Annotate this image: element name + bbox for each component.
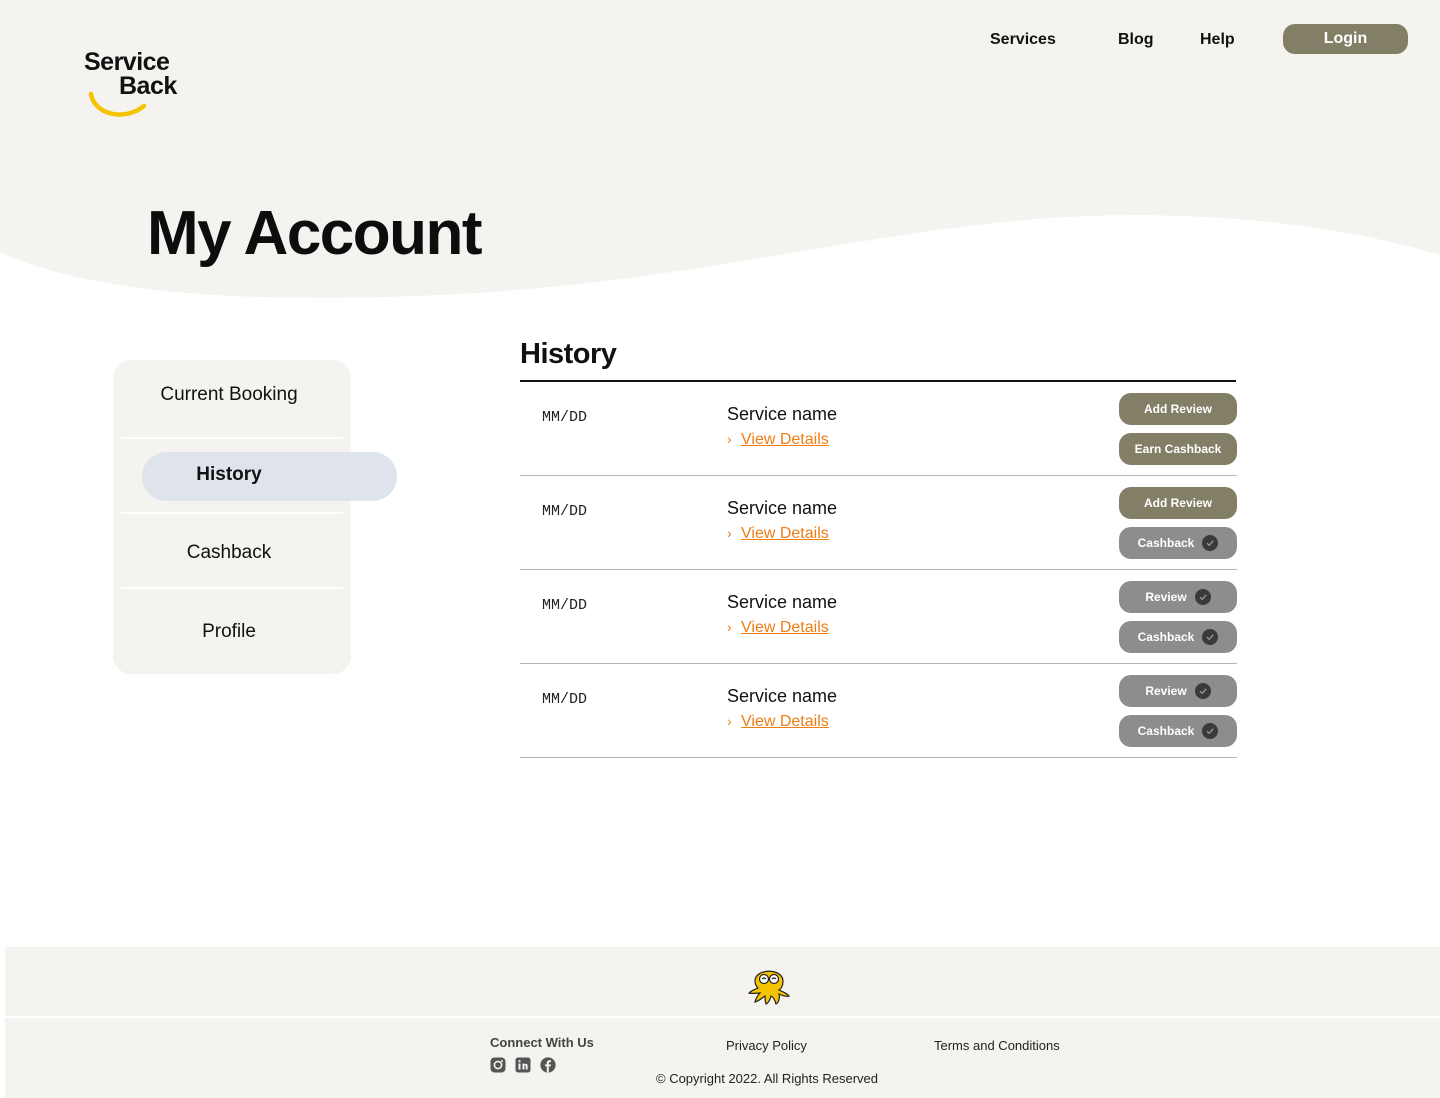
cashback-done-button[interactable]: Cashback <box>1119 621 1237 653</box>
social-links <box>490 1057 556 1073</box>
footer: Connect With Us Privacy Policy Terms and… <box>5 947 1440 1098</box>
nav-blog[interactable]: Blog <box>1118 31 1154 49</box>
cashback-done-label: Cashback <box>1137 724 1195 738</box>
view-details-label[interactable]: View Details <box>741 619 829 636</box>
view-details-label[interactable]: View Details <box>741 525 829 542</box>
privacy-policy-link[interactable]: Privacy Policy <box>726 1038 807 1053</box>
footer-divider <box>5 1016 1440 1018</box>
add-review-button[interactable]: Add Review <box>1119 393 1237 425</box>
view-details-link[interactable]: › View Details <box>727 525 829 543</box>
instagram-icon[interactable] <box>490 1057 506 1073</box>
login-button[interactable]: Login <box>1283 24 1408 54</box>
history-row: MM/DD Service name › View Details Add Rev… <box>520 476 1237 570</box>
chevron-right-icon: › <box>727 619 732 635</box>
history-title: History <box>520 338 617 370</box>
view-details-link[interactable]: › View Details <box>727 619 829 637</box>
view-details-label[interactable]: View Details <box>741 431 829 448</box>
copyright-text: © Copyright 2022. All Rights Reserved <box>656 1071 879 1086</box>
sidebar-item-profile[interactable]: Profile <box>113 621 345 643</box>
chevron-right-icon: › <box>727 525 732 541</box>
row-service-name: Service name <box>727 404 838 424</box>
sidebar-divider <box>121 587 343 589</box>
check-icon <box>1202 535 1219 551</box>
cashback-done-button[interactable]: Cashback <box>1119 715 1237 747</box>
review-done-label: Review <box>1145 684 1187 698</box>
linkedin-icon[interactable] <box>515 1057 531 1073</box>
add-review-label: Add Review <box>1143 496 1212 510</box>
cashback-done-label: Cashback <box>1137 536 1195 550</box>
sidebar-item-cashback[interactable]: Cashback <box>113 542 345 564</box>
add-review-label: Add Review <box>1143 402 1212 416</box>
history-row: MM/DD Service name › View Details Review … <box>520 664 1237 758</box>
check-icon <box>1194 683 1211 699</box>
octopus-mascot-icon <box>747 970 790 1005</box>
smile-icon <box>88 91 147 117</box>
history-row: MM/DD Service name › View Details Add Rev… <box>520 382 1237 476</box>
earn-cashback-button[interactable]: Earn Cashback <box>1119 433 1237 465</box>
sidebar-divider <box>121 512 343 514</box>
nav-services[interactable]: Services <box>990 31 1056 49</box>
facebook-icon[interactable] <box>540 1057 556 1073</box>
account-sidebar: Current Booking History Cashback Profile <box>113 360 397 674</box>
row-date: MM/DD <box>542 409 588 426</box>
terms-link[interactable]: Terms and Conditions <box>934 1038 1060 1053</box>
nav-help[interactable]: Help <box>1200 31 1235 49</box>
history-row: MM/DD Service name › View Details Review … <box>520 570 1237 664</box>
connect-heading: Connect With Us <box>490 1035 594 1050</box>
sidebar-item-history-label[interactable]: History <box>113 464 345 486</box>
add-review-button[interactable]: Add Review <box>1119 487 1237 519</box>
review-done-label: Review <box>1145 590 1187 604</box>
page-title: My Account <box>147 199 483 268</box>
view-details-link[interactable]: › View Details <box>727 713 829 731</box>
chevron-right-icon: › <box>727 431 732 447</box>
sidebar-item-current-booking[interactable]: Current Booking <box>113 384 345 406</box>
review-done-button[interactable]: Review <box>1119 675 1237 707</box>
earn-cashback-label: Earn Cashback <box>1134 442 1222 456</box>
chevron-right-icon: › <box>727 713 732 729</box>
row-service-name: Service name <box>727 686 838 706</box>
check-icon <box>1202 723 1219 739</box>
brand-logo[interactable]: Service Back <box>84 48 194 124</box>
cashback-done-label: Cashback <box>1137 630 1195 644</box>
view-details-label[interactable]: View Details <box>741 713 829 730</box>
review-done-button[interactable]: Review <box>1119 581 1237 613</box>
view-details-link[interactable]: › View Details <box>727 431 829 449</box>
row-date: MM/DD <box>542 597 588 614</box>
check-icon <box>1202 629 1219 645</box>
row-service-name: Service name <box>727 498 838 518</box>
row-service-name: Service name <box>727 592 838 612</box>
check-icon <box>1194 589 1211 605</box>
sidebar-divider <box>121 437 343 439</box>
cashback-done-button[interactable]: Cashback <box>1119 527 1237 559</box>
row-date: MM/DD <box>542 691 588 708</box>
row-date: MM/DD <box>542 503 588 520</box>
